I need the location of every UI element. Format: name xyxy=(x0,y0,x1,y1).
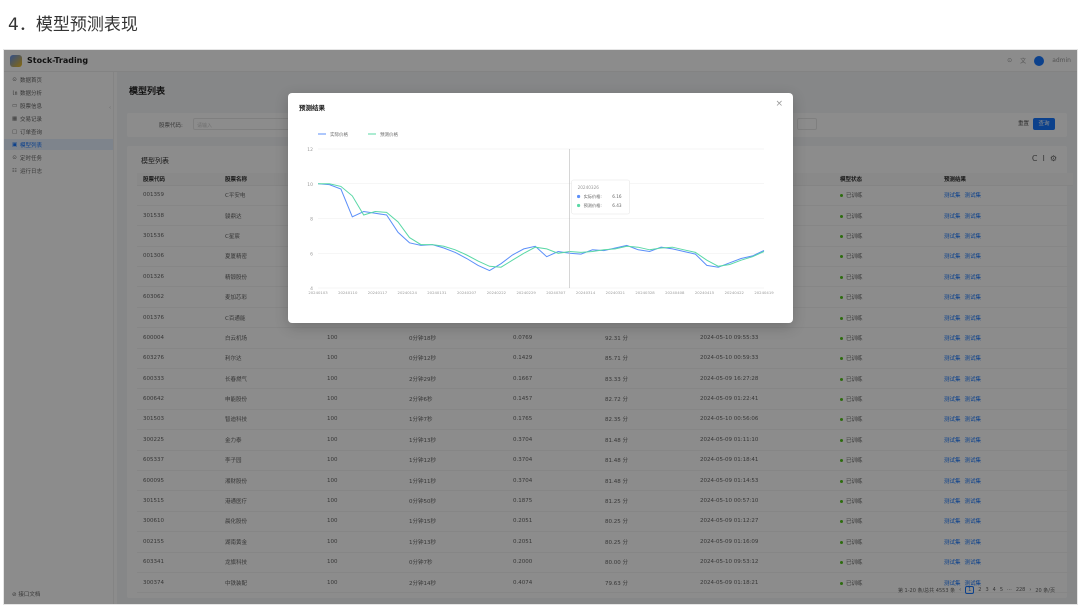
tooltip-value: 6.16 xyxy=(612,194,622,199)
prediction-chart: 4681012实际价格 预测价格20240103 20240110 20240117 2… xyxy=(307,131,774,295)
x-tick-label: 20240229 xyxy=(516,290,536,295)
page-heading: 4．模型预测表现 xyxy=(8,15,138,35)
series-line xyxy=(318,183,765,268)
x-tick-label: 20240103 xyxy=(308,290,328,295)
y-tick-label: 8 xyxy=(310,217,313,223)
x-tick-label: 20240314 xyxy=(576,290,596,295)
legend-label: 实际价格 xyxy=(330,131,348,138)
y-tick-label: 10 xyxy=(307,182,313,188)
x-tick-label: 20240321 xyxy=(606,290,626,295)
x-tick-label: 20240422 xyxy=(725,290,745,295)
x-tick-label: 20240131 xyxy=(427,290,447,295)
x-tick-label: 20240222 xyxy=(487,290,507,295)
y-tick-label: 12 xyxy=(307,147,313,153)
x-tick-label: 20240328 xyxy=(635,290,655,295)
series-line xyxy=(317,183,765,272)
tooltip-label: 预测价格: xyxy=(584,202,602,209)
tooltip-label: 实际价格: xyxy=(584,193,602,200)
tooltip-marker xyxy=(576,203,581,208)
tooltip-value: 6.43 xyxy=(612,203,622,208)
tooltip-marker xyxy=(576,194,581,199)
x-tick-label: 20240124 xyxy=(398,290,418,295)
tooltip-date: 20240326 xyxy=(578,185,600,190)
x-tick-label: 20240408 xyxy=(665,290,685,295)
prediction-modal: 预测结果 × 4 6 8 10 12 实际价格 预测价格 20240103 20240110 20… xyxy=(288,93,793,323)
x-tick-label: 20240117 xyxy=(368,290,388,295)
y-tick-label: 6 xyxy=(310,251,313,257)
x-tick-label: 20240307 xyxy=(546,290,566,295)
legend-label: 预测价格 xyxy=(380,131,398,138)
x-tick-label: 20240415 xyxy=(695,290,715,295)
x-tick-label: 20240419 xyxy=(754,290,774,295)
x-tick-label: 20240207 xyxy=(457,290,477,295)
x-tick-label: 20240110 xyxy=(338,290,358,295)
